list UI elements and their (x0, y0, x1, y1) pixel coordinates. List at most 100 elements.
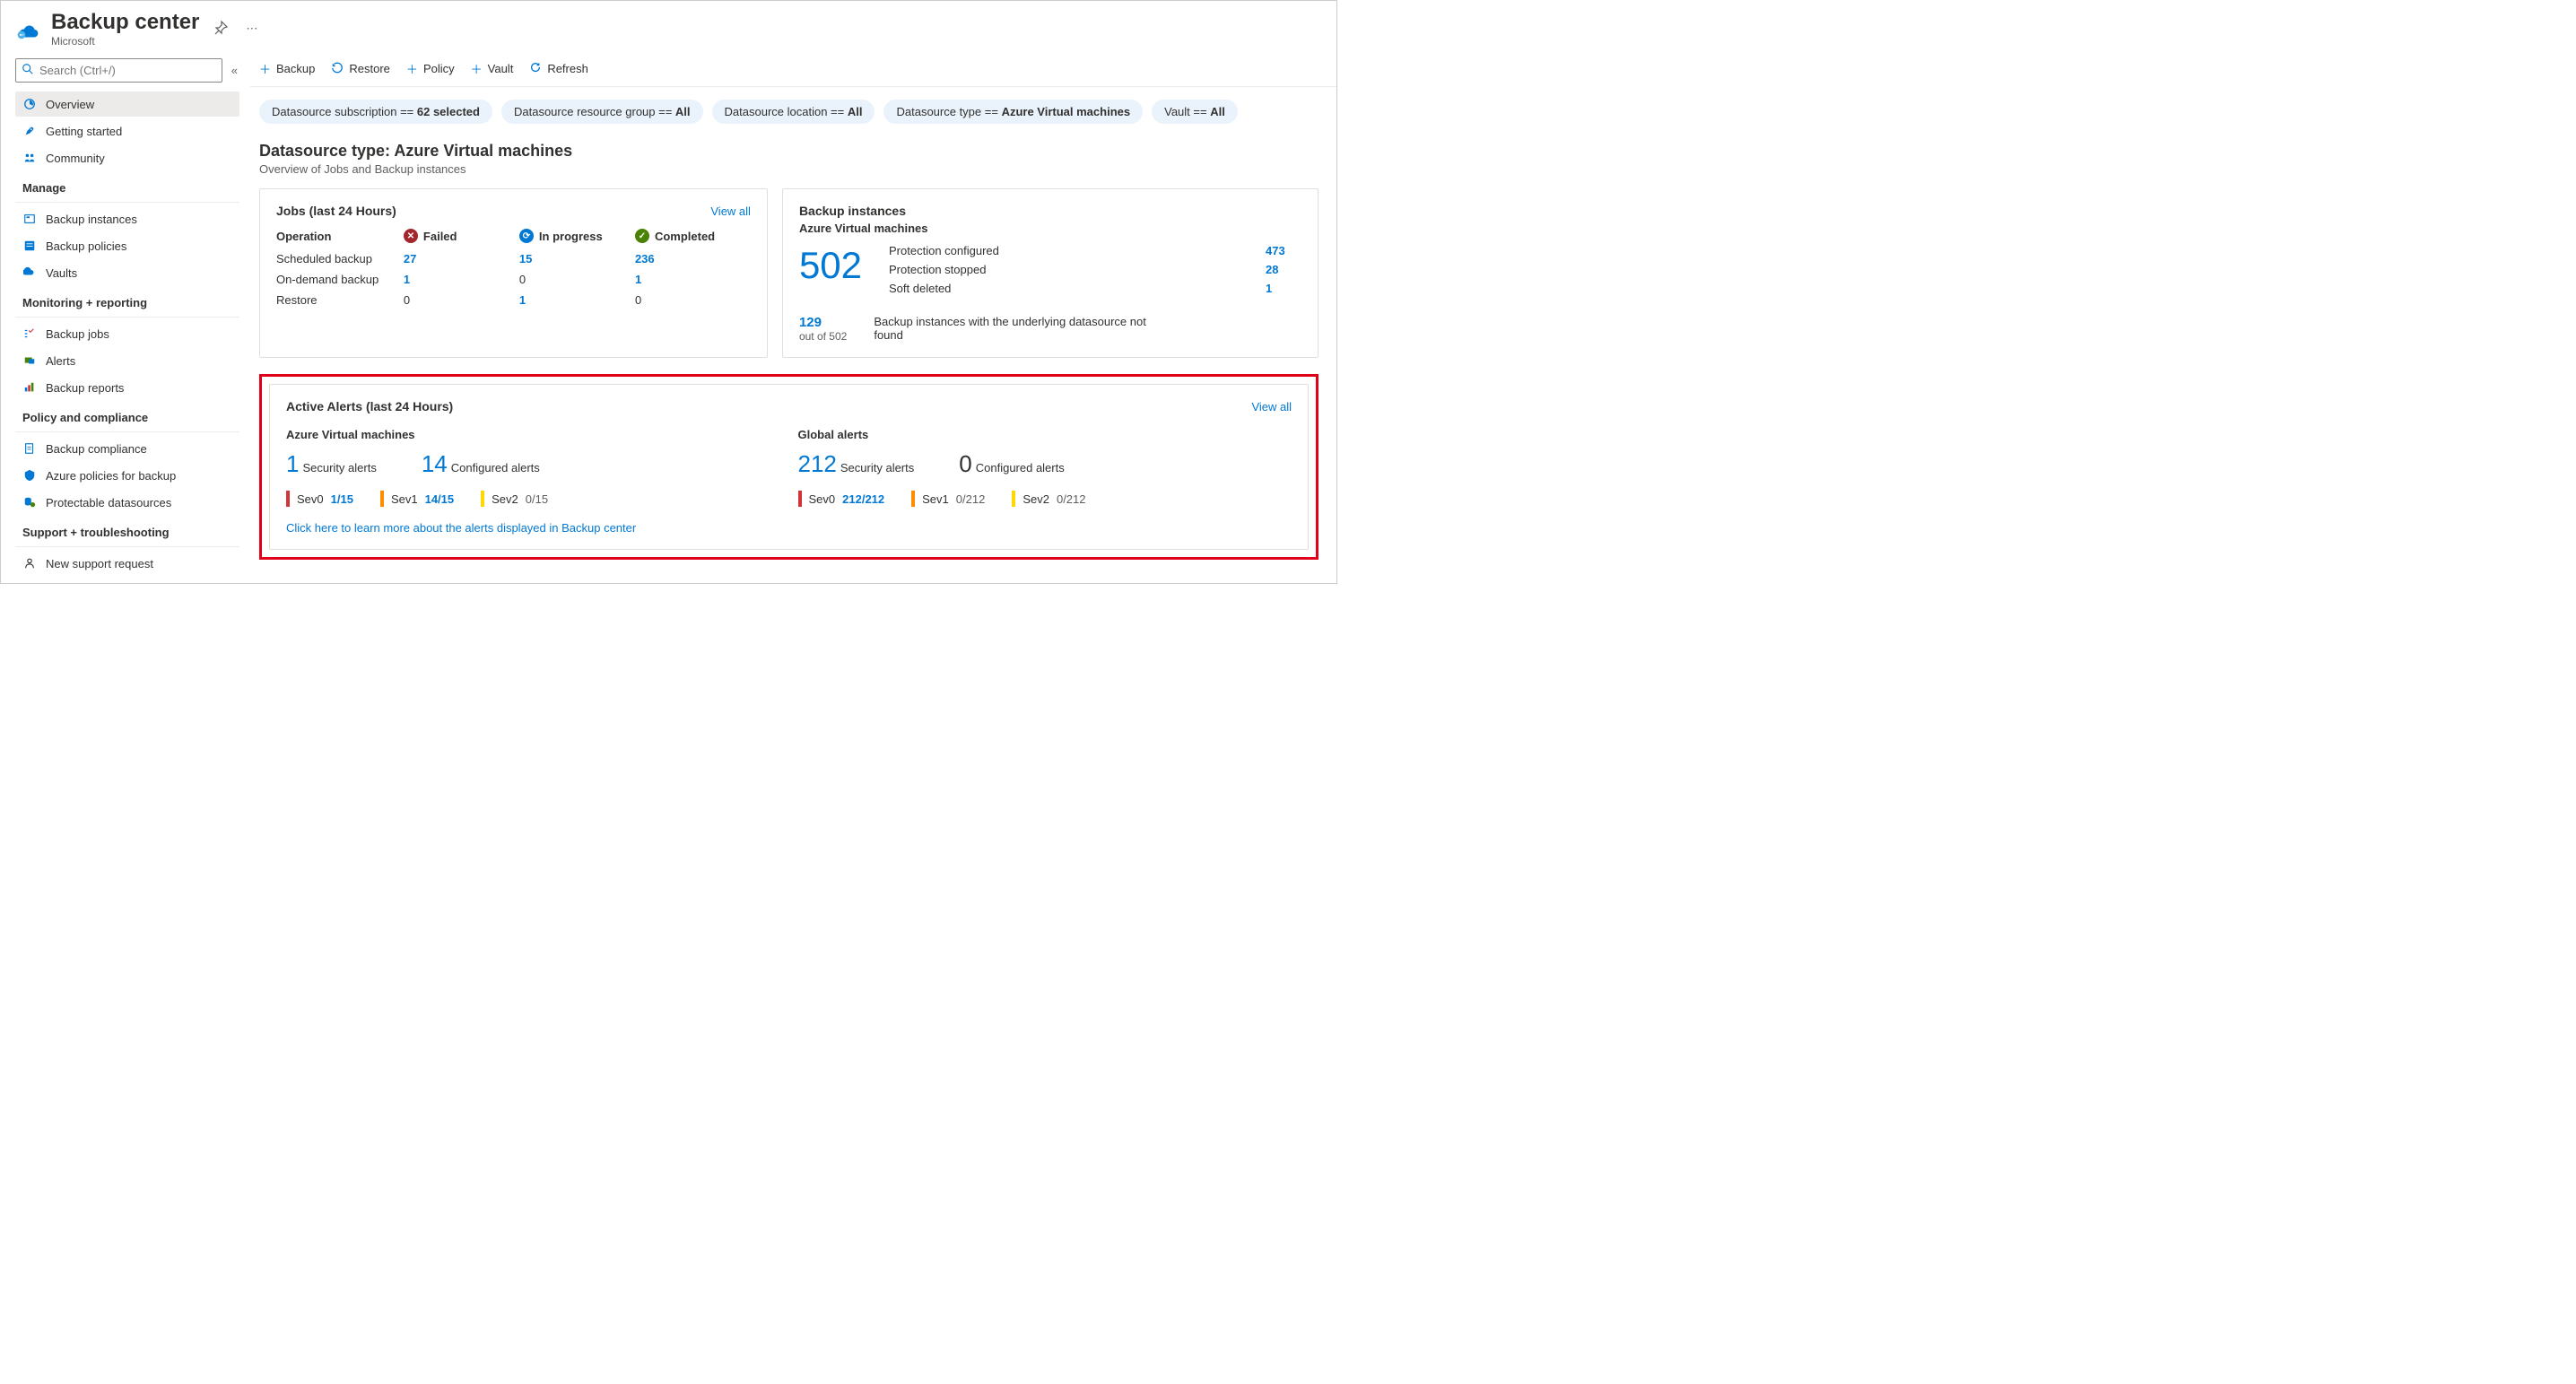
plus-icon: ＋ (406, 60, 418, 77)
instances-subtitle: Azure Virtual machines (799, 222, 1301, 235)
nav-protectable-datasources[interactable]: Protectable datasources (15, 490, 239, 515)
filter-row: Datasource subscription == 62 selected D… (250, 87, 1336, 129)
jobs-view-all-link[interactable]: View all (710, 205, 751, 218)
instance-stat: Protection configured473 (889, 244, 1301, 257)
nav-section-support: Support + troubleshooting (15, 517, 239, 543)
configured-alerts-count[interactable]: 14 (422, 450, 448, 477)
job-val[interactable]: 236 (635, 252, 655, 265)
nav-new-support-request[interactable]: New support request (15, 551, 239, 576)
sev2: Sev20/15 (481, 491, 548, 507)
job-val[interactable]: 1 (519, 293, 526, 307)
nav-label: Backup instances (46, 213, 137, 226)
nav-azure-policies[interactable]: Azure policies for backup (15, 463, 239, 488)
job-op: Scheduled backup (276, 252, 404, 265)
toolbar: ＋Backup Restore ＋Policy ＋Vault Refresh (250, 51, 1336, 87)
col-inprogress: ⟳In progress (519, 229, 635, 243)
alerts-card: Active Alerts (last 24 Hours) View all A… (269, 384, 1309, 550)
filter-location[interactable]: Datasource location == All (712, 100, 875, 124)
sidebar: « Overview Getting started Community Man… (1, 51, 250, 583)
instances-total[interactable]: 502 (799, 244, 862, 287)
filter-resource-group[interactable]: Datasource resource group == All (501, 100, 703, 124)
alerts-col-title: Azure Virtual machines (286, 428, 780, 441)
btn-label: Vault (488, 62, 514, 75)
btn-label: Backup (276, 62, 315, 75)
instances-notfound-desc: Backup instances with the underlying dat… (874, 315, 1170, 342)
search-input[interactable] (15, 58, 222, 83)
alerts-highlight: Active Alerts (last 24 Hours) View all A… (259, 374, 1318, 560)
pin-icon[interactable] (210, 17, 231, 41)
filter-vault[interactable]: Vault == All (1152, 100, 1238, 124)
section-subtitle: Overview of Jobs and Backup instances (250, 162, 1336, 188)
overview-icon (22, 97, 37, 111)
job-op: On-demand backup (276, 273, 404, 286)
alerts-learn-more-link[interactable]: Click here to learn more about the alert… (286, 521, 1292, 535)
alerts-col-global: Global alerts 212Security alerts 0Config… (798, 424, 1292, 507)
sev1: Sev114/15 (380, 491, 454, 507)
refresh-button[interactable]: Refresh (529, 61, 588, 76)
instances-card-title: Backup instances (799, 204, 1301, 218)
jobs-icon (22, 326, 37, 341)
search-icon (22, 63, 34, 78)
alerts-view-all-link[interactable]: View all (1251, 400, 1292, 413)
job-val: 0 (519, 273, 526, 286)
nav-backup-compliance[interactable]: Backup compliance (15, 436, 239, 461)
nav-section-monitoring: Monitoring + reporting (15, 287, 239, 313)
nav-backup-policies[interactable]: Backup policies (15, 233, 239, 258)
btn-label: Refresh (547, 62, 588, 75)
alerts-icon (22, 353, 37, 368)
job-val[interactable]: 27 (404, 252, 416, 265)
nav-section-manage: Manage (15, 172, 239, 198)
instances-icon (22, 212, 37, 226)
nav-backup-jobs[interactable]: Backup jobs (15, 321, 239, 346)
failed-icon: ✕ (404, 229, 418, 243)
sev1-bar (380, 491, 384, 507)
instances-card: Backup instances Azure Virtual machines … (782, 188, 1318, 358)
nav-label: Backup jobs (46, 327, 109, 341)
completed-icon: ✓ (635, 229, 649, 243)
collapse-sidebar-icon[interactable]: « (230, 62, 239, 79)
policy-button[interactable]: ＋Policy (406, 60, 455, 77)
azure-policy-icon (22, 468, 37, 483)
nav-backup-instances[interactable]: Backup instances (15, 206, 239, 231)
instances-notfound-sub: out of 502 (799, 330, 847, 343)
sev0: Sev0212/212 (798, 491, 885, 507)
nav-label: Getting started (46, 125, 122, 138)
job-op: Restore (276, 293, 404, 307)
nav-community[interactable]: Community (15, 145, 239, 170)
instances-notfound-count[interactable]: 129 (799, 315, 847, 330)
configured-alerts-count: 0 (959, 450, 971, 477)
backup-button[interactable]: ＋ Backup (259, 60, 315, 77)
nav-getting-started[interactable]: Getting started (15, 118, 239, 144)
nav-vaults[interactable]: Vaults (15, 260, 239, 285)
job-val[interactable]: 1 (404, 273, 410, 286)
col-completed: ✓Completed (635, 229, 751, 243)
alerts-col-avm: Azure Virtual machines 1Security alerts … (286, 424, 780, 507)
btn-label: Restore (349, 62, 390, 75)
sev1-bar (911, 491, 915, 507)
job-val[interactable]: 15 (519, 252, 532, 265)
vault-button[interactable]: ＋Vault (471, 60, 514, 77)
nav-label: New support request (46, 557, 153, 570)
jobs-row: On-demand backup 1 0 1 (276, 269, 751, 290)
datasource-icon (22, 495, 37, 509)
more-icon[interactable]: ⋯ (242, 18, 261, 39)
main-content: ＋Backup Restore ＋Policy ＋Vault Refresh D… (250, 51, 1336, 583)
restore-button[interactable]: Restore (331, 61, 390, 76)
filter-datasource-type[interactable]: Datasource type == Azure Virtual machine… (883, 100, 1143, 124)
jobs-card: Jobs (last 24 Hours) View all Operation … (259, 188, 768, 358)
header: Backup center Microsoft ⋯ (1, 1, 1336, 51)
security-alerts-count[interactable]: 212 (798, 450, 837, 477)
backup-center-icon (15, 15, 40, 43)
job-val[interactable]: 1 (635, 273, 641, 286)
security-alerts-count[interactable]: 1 (286, 450, 299, 477)
undo-icon (331, 61, 344, 76)
sev0: Sev01/15 (286, 491, 353, 507)
nav-overview[interactable]: Overview (15, 91, 239, 117)
nav-alerts[interactable]: Alerts (15, 348, 239, 373)
nav-backup-reports[interactable]: Backup reports (15, 375, 239, 400)
plus-icon: ＋ (259, 60, 271, 77)
search-field[interactable] (39, 64, 216, 77)
filter-subscription[interactable]: Datasource subscription == 62 selected (259, 100, 492, 124)
nav-label: Alerts (46, 354, 75, 368)
nav-section-policy: Policy and compliance (15, 402, 239, 428)
